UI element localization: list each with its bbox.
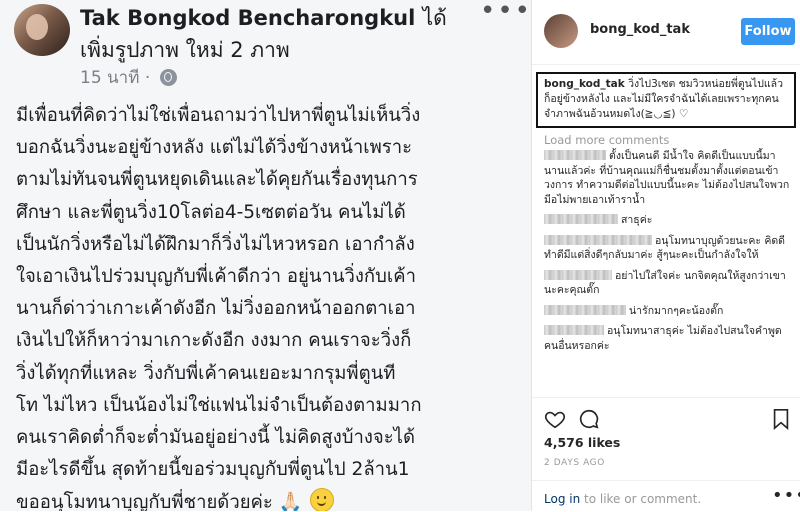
post-body-line: โท ไม่ไหว เป็นน้องไม่ใช่แฟนไม่จำเป็นต้อง…	[16, 394, 422, 416]
login-link[interactable]: Log in	[544, 492, 580, 506]
comment-text: น่ารักมากๆคะน้องตั๊ก	[629, 304, 724, 317]
post-timestamp: 15 นาที ·	[80, 64, 177, 91]
post-body-line: ตามไม่ทันจนพี่ตูนหยุดเดินและได้คุยกันเรื…	[16, 169, 418, 191]
likes-count[interactable]: 4,576 likes	[544, 435, 620, 450]
post-body-line: มีเพื่อนที่คิดว่าไม่ใช่เพื่อนถามว่าไปหาพ…	[16, 105, 421, 126]
caption-username[interactable]: bong_kod_tak	[544, 78, 625, 90]
comment-item: อย่าไปใส่ใจค่ะ นกจิตคุณให้สูงกว่าเขานะคะ…	[544, 269, 792, 298]
post-menu-icon[interactable]: •••	[480, 0, 531, 26]
smiley-icon	[310, 488, 335, 511]
login-prompt: Log in to like or comment.	[544, 492, 701, 506]
post-body-line: บอกฉันวิ่งนะอยู่ข้างหลัง แต่ไม่ได้วิ่งข้…	[16, 137, 413, 159]
ig-avatar[interactable]	[544, 14, 578, 48]
post-body-line: ศึกษา และพี่ตูนวิ่ง10โลต่อ4-5เซตต่อวัน ค…	[16, 201, 406, 223]
praying-hands-icon: 🙏🏻	[278, 491, 303, 511]
redacted-username	[544, 214, 618, 224]
comment-item: อนุโมทนาบุญด้วยนะคะ คิดดีทำดีมีแต่สิ่งดี…	[544, 234, 792, 263]
ig-caption: bong_kod_tak วิ่งไป3เซต ชมวิวหน่อยพี่ตูน…	[536, 72, 796, 128]
load-more-comments[interactable]: Load more comments	[544, 133, 669, 147]
post-body-line: ใจเอาเงินไปร่วมบุญกับพี่เค้าดีกว่า อยู่น…	[16, 266, 416, 288]
comment-icon[interactable]	[578, 408, 600, 430]
ig-username[interactable]: bong_kod_tak	[590, 22, 690, 37]
comment-item: สาธุค่ะ	[544, 213, 792, 228]
post-author-name[interactable]: Tak Bongkod Bencharongkul	[80, 6, 415, 30]
redacted-username	[544, 325, 604, 335]
globe-icon	[159, 69, 177, 86]
comment-item: ตั้งเป็นคนดี มีน้ำใจ คิดดีเป็นแบบนี้มานา…	[544, 149, 792, 207]
instagram-panel: bong_kod_tak Follow bong_kod_tak วิ่งไป3…	[532, 0, 800, 511]
login-rest-text: to like or comment.	[580, 492, 702, 506]
post-body-line: เงินไปให้ก็หาว่ามาเกาะดังอีก งงมาก คนเรา…	[16, 330, 412, 352]
comment-item: น่ารักมากๆคะน้องตั๊ก	[544, 304, 792, 319]
follow-button[interactable]: Follow	[741, 18, 795, 45]
post-author-verb: ได้	[422, 6, 447, 30]
post-body-last-text: ขออนุโมทนาบุญกับพี่ชายด้วยค่ะ	[16, 492, 273, 511]
ig-header: bong_kod_tak Follow	[532, 0, 800, 65]
bookmark-icon[interactable]	[772, 408, 790, 430]
post-time-text[interactable]: 15 นาที ·	[80, 68, 150, 88]
comment-item: อนุโมทนาสาธุค่ะ ไม่ต้องไปสนใจคำพูดคนอื่น…	[544, 324, 792, 353]
redacted-username	[544, 304, 626, 315]
post-body-line: เป็นนักวิ่งหรือไม่ได้ฝึกมาก็วิ่งไม่ไหวหร…	[16, 233, 415, 255]
post-body-line: นานก็ด่าว่าเกาะเค้าดังอีก ไม่วิ่งออกหน้า…	[16, 298, 416, 320]
facebook-post: Tak Bongkod Bencharongkul ได้ ••• เพิ่มร…	[0, 0, 531, 511]
login-bar: Log in to like or comment. •••	[532, 480, 800, 512]
post-body-last-line: ขออนุโมทนาบุญกับพี่ชายด้วยค่ะ 🙏🏻	[16, 486, 524, 511]
redacted-username	[544, 150, 606, 160]
more-options-icon[interactable]: •••	[772, 485, 800, 506]
post-body-line: วิ่งได้ทุกที่แหละ วิ่งกับพี่เค้าคนเยอะมา…	[16, 362, 396, 384]
post-action-line: เพิ่มรูปภาพ ใหม่ 2 ภาพ	[80, 38, 290, 62]
ig-comments: ตั้งเป็นคนดี มีน้ำใจ คิดดีเป็นแบบนี้มานา…	[544, 149, 792, 359]
post-author-line: Tak Bongkod Bencharongkul ได้	[80, 2, 447, 35]
ig-actions: 4,576 likes 2 DAYS AGO	[532, 397, 800, 468]
redacted-username	[544, 269, 612, 280]
post-date: 2 DAYS AGO	[544, 458, 605, 468]
post-body: มีเพื่อนที่คิดว่าไม่ใช่เพื่อนถามว่าไปหาพ…	[16, 100, 524, 511]
post-body-line: คนเราคิดต่ำก็จะต่ำมันอยู่อย่างนี้ ไม่คิด…	[16, 427, 416, 449]
comment-text: สาธุค่ะ	[621, 214, 653, 226]
redacted-username	[544, 234, 652, 245]
author-avatar[interactable]	[14, 4, 70, 56]
heart-icon[interactable]	[544, 408, 566, 430]
post-body-line: มีอะไรดีขึ้น สุดท้ายนี้ขอร่วมบุญกับพี่ตู…	[16, 459, 410, 481]
